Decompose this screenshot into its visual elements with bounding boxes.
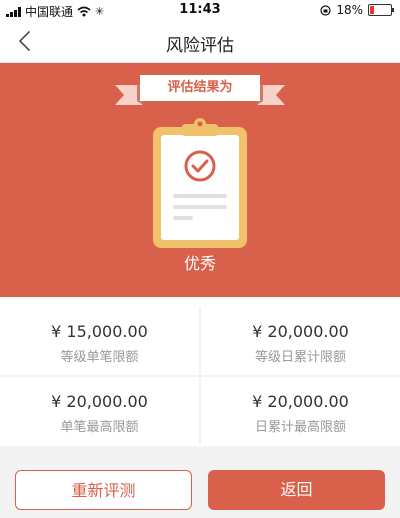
limit-cell: ¥ 20,000.00 日累计最高限额 [201,377,400,445]
limit-amount: ¥ 20,000.00 [51,392,148,411]
limit-amount: ¥ 15,000.00 [51,322,148,341]
battery-icon [368,4,394,16]
nav-bar: 风险评估 [0,22,400,63]
page-title: 风险评估 [166,36,234,56]
limit-cell: ¥ 20,000.00 单笔最高限额 [0,377,199,445]
limit-amount: ¥ 20,000.00 [252,322,349,341]
limit-label: 等级日累计限额 [254,350,346,365]
return-button[interactable]: 返回 [208,470,385,510]
status-bar: 中国联通 ✳ 11:43 18% [0,0,400,22]
clipboard-check-icon [153,118,247,248]
status-right: 18% [320,3,394,17]
limit-label: 日累计最高限额 [254,420,346,435]
limits-grid: ¥ 15,000.00 等级单笔限额 ¥ 20,000.00 等级日累计限额 ¥… [0,307,400,445]
limit-cell: ¥ 15,000.00 等级单笔限额 [0,307,199,375]
result-banner-text: 评估结果为 [167,80,233,95]
limit-label: 单笔最高限额 [60,420,139,435]
limit-label: 等级单笔限额 [60,350,139,365]
limit-cell: ¥ 20,000.00 等级日累计限额 [201,307,400,375]
battery-percent: 18% [336,3,363,17]
footer-actions: 重新评测 返回 [0,446,400,518]
result-panel: 评估结果为 优秀 [0,63,400,297]
retest-button[interactable]: 重新评测 [15,470,192,510]
result-label: 优秀 [183,254,216,273]
orientation-lock-icon [320,4,331,16]
limit-amount: ¥ 20,000.00 [252,392,349,411]
